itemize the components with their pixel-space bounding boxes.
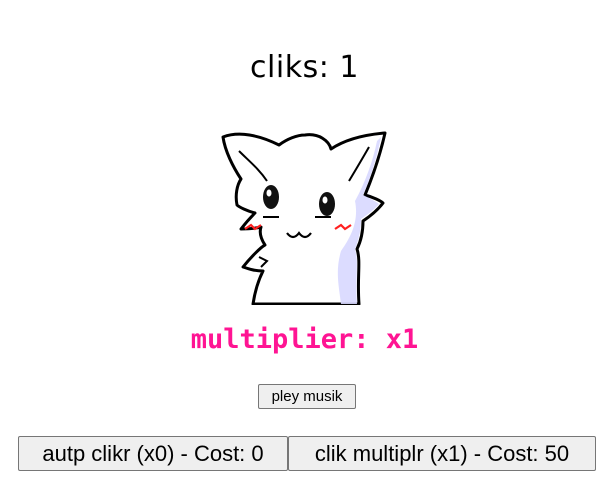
click-multiplier-button[interactable]: clik multiplr (x1) - Cost: 50 xyxy=(288,436,596,471)
play-music-button[interactable]: pley musik xyxy=(258,384,356,409)
white-cat-face-icon[interactable] xyxy=(209,121,399,305)
cat-click-target[interactable] xyxy=(209,121,399,305)
multiplier-label: multiplier: x1 xyxy=(190,324,419,355)
clicks-counter: cliks: 1 xyxy=(250,50,359,85)
cat-left-eye xyxy=(263,185,279,209)
auto-clicker-button[interactable]: autp clikr (x0) - Cost: 0 xyxy=(18,436,288,471)
cat-right-eye xyxy=(319,192,335,216)
